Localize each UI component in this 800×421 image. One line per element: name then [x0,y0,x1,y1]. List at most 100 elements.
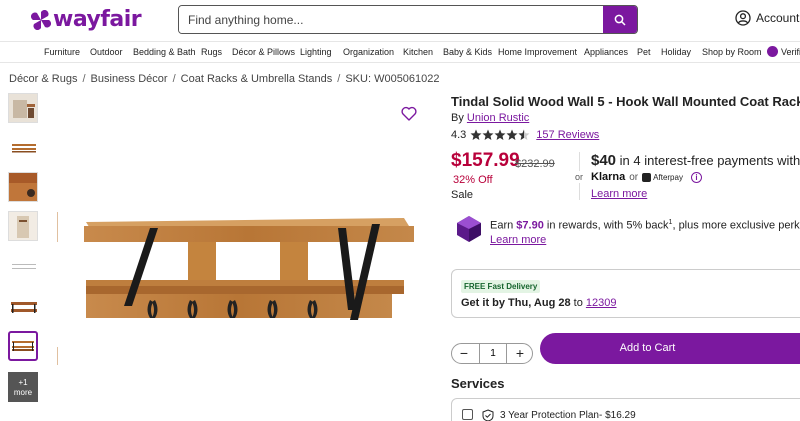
image-edge-hint [57,347,58,365]
afterpay-icon [642,172,652,182]
search-bar [178,5,638,34]
product-title: Tindal Solid Wood Wall 5 - Hook Wall Mou… [451,94,800,109]
nav-item-decor-pillows[interactable]: Décor & Pillows [232,47,295,57]
heart-icon [401,106,417,121]
rewards-amount: $7.90 [516,219,544,232]
rating-value: 4.3 [451,129,467,141]
breadcrumb-business-decor[interactable]: Business Décor [91,73,168,85]
search-input[interactable] [179,6,604,33]
zip-code-link[interactable]: 12309 [586,297,617,309]
protection-plan-option: 3 Year Protection Plan- $16.29 [451,398,800,421]
breadcrumb-coat-racks[interactable]: Coat Racks & Umbrella Stands [181,73,333,85]
thumbnail-image [11,302,37,313]
thumbnail-image [9,173,37,201]
current-price: $157.99 [451,150,520,171]
nav-item-shop-by-room[interactable]: Shop by Room [702,47,762,57]
afterpay-logo: Afterpay [653,172,683,182]
breadcrumb: Décor & Rugs / Business Décor / Coat Racks &… [9,73,440,85]
thumbnail-image [9,94,37,122]
free-delivery-badge: FREE Fast Delivery [461,280,541,293]
account-label: Account [756,11,800,25]
nav-item-pet[interactable]: Pet [637,47,651,57]
sale-label: Sale [451,189,474,201]
product-image [84,218,414,320]
more-count: +1 [18,378,28,387]
gallery-thumbnail[interactable] [8,211,38,241]
rewards-earn: Earn [490,219,517,232]
nav-item-rugs[interactable]: Rugs [201,47,222,57]
quantity-input[interactable] [479,343,507,364]
rewards-text: Earn $7.90 in rewards, with 5% back1, pl… [490,219,800,232]
nav-item-organization[interactable]: Organization [343,47,394,57]
star-icon [482,129,494,140]
original-price: $232.99 [515,158,555,170]
nav-item-kitchen[interactable]: Kitchen [403,47,433,57]
delivery-to: to [570,297,586,309]
nav-item-furniture[interactable]: Furniture [44,47,80,57]
nav-item-home-improvement[interactable]: Home Improvement [498,47,577,57]
nav-item-appliances[interactable]: Appliances [584,47,628,57]
rewards-learn-more-link[interactable]: Learn more [490,234,546,246]
installment-amount: $40 [591,152,617,169]
star-rating [470,129,530,141]
nav-item-lighting[interactable]: Lighting [300,47,332,57]
installment-text: in 4 interest-free payments with [616,153,800,168]
delivery-date: Get it by Thu, Aug 28 [461,297,571,309]
add-to-cart-button[interactable]: Add to Cart [540,333,800,364]
reviews-link[interactable]: 157 Reviews [536,129,599,141]
wayfair-pinwheel-icon [31,9,51,30]
nav-item-outdoor[interactable]: Outdoor [90,47,123,57]
nav-item-baby-kids[interactable]: Baby & Kids [443,47,492,57]
thumbnail-image [9,212,37,240]
or-small: or [629,171,639,183]
decrease-quantity-button[interactable]: − [455,345,473,362]
klarna-logo: Klarna [591,171,626,183]
installment-offer: $40 in 4 interest-free payments with [591,152,800,169]
thumbnail-image [12,144,36,153]
payment-providers: Klarna or Afterpay i [591,171,702,183]
wayfair-logo[interactable]: wayfair [31,7,142,32]
gallery-thumbnail[interactable] [8,251,38,281]
gallery-more-button[interactable]: +1 more [8,372,38,402]
image-edge-hint [57,212,58,242]
brand-link[interactable]: Union Rustic [467,112,529,124]
search-button[interactable] [603,6,637,33]
gallery-thumbnail[interactable] [8,172,38,202]
protection-plan-checkbox[interactable] [462,409,473,420]
nav-item-holiday[interactable]: Holiday [661,47,691,57]
gallery-thumbnail[interactable] [8,93,38,123]
favorite-button[interactable] [401,106,417,124]
logo-text: wayfair [53,7,142,32]
account-icon [735,10,751,26]
info-icon[interactable]: i [690,171,702,183]
star-icon [506,129,518,140]
payment-learn-more-link[interactable]: Learn more [591,188,647,200]
nav-item-verified[interactable]: Verifi [781,47,800,57]
rewards-end: , plus more exclusive perks [672,219,800,232]
breadcrumb-separator: / [172,73,176,85]
star-icon [494,129,506,140]
protection-plan-label: 3 Year Protection Plan- $16.29 [500,410,636,421]
discount-label: 32% Off [453,174,493,186]
breadcrumb-separator: / [337,73,341,85]
services-heading: Services [451,376,505,391]
gallery-thumbnail-selected[interactable] [8,331,38,361]
account-button[interactable]: Account [735,10,799,26]
breadcrumb-separator: / [82,73,86,85]
breadcrumb-decor-rugs[interactable]: Décor & Rugs [9,73,77,85]
rating-row: 4.3 157 Reviews [451,129,599,141]
increase-quantity-button[interactable]: + [511,345,529,362]
or-separator: or [575,171,584,183]
thumbnail-image [12,341,34,351]
gallery-thumbnail[interactable] [8,291,38,321]
verified-badge-icon [767,46,778,57]
category-nav: Furniture Outdoor Bedding & Bath Rugs Dé… [0,41,800,63]
delivery-estimate: Get it by Thu, Aug 28 to 12309 [461,297,617,309]
gallery-thumbnail[interactable] [8,132,38,162]
delivery-box: FREE Fast Delivery Get it by Thu, Aug 28… [451,269,800,318]
site-header: wayfair Account [0,0,800,40]
rewards-middle: in rewards, with 5% back [543,219,669,232]
nav-item-bedding-bath[interactable]: Bedding & Bath [133,47,196,57]
breadcrumb-sku: SKU: W005061022 [345,73,440,85]
more-label: more [13,388,33,397]
